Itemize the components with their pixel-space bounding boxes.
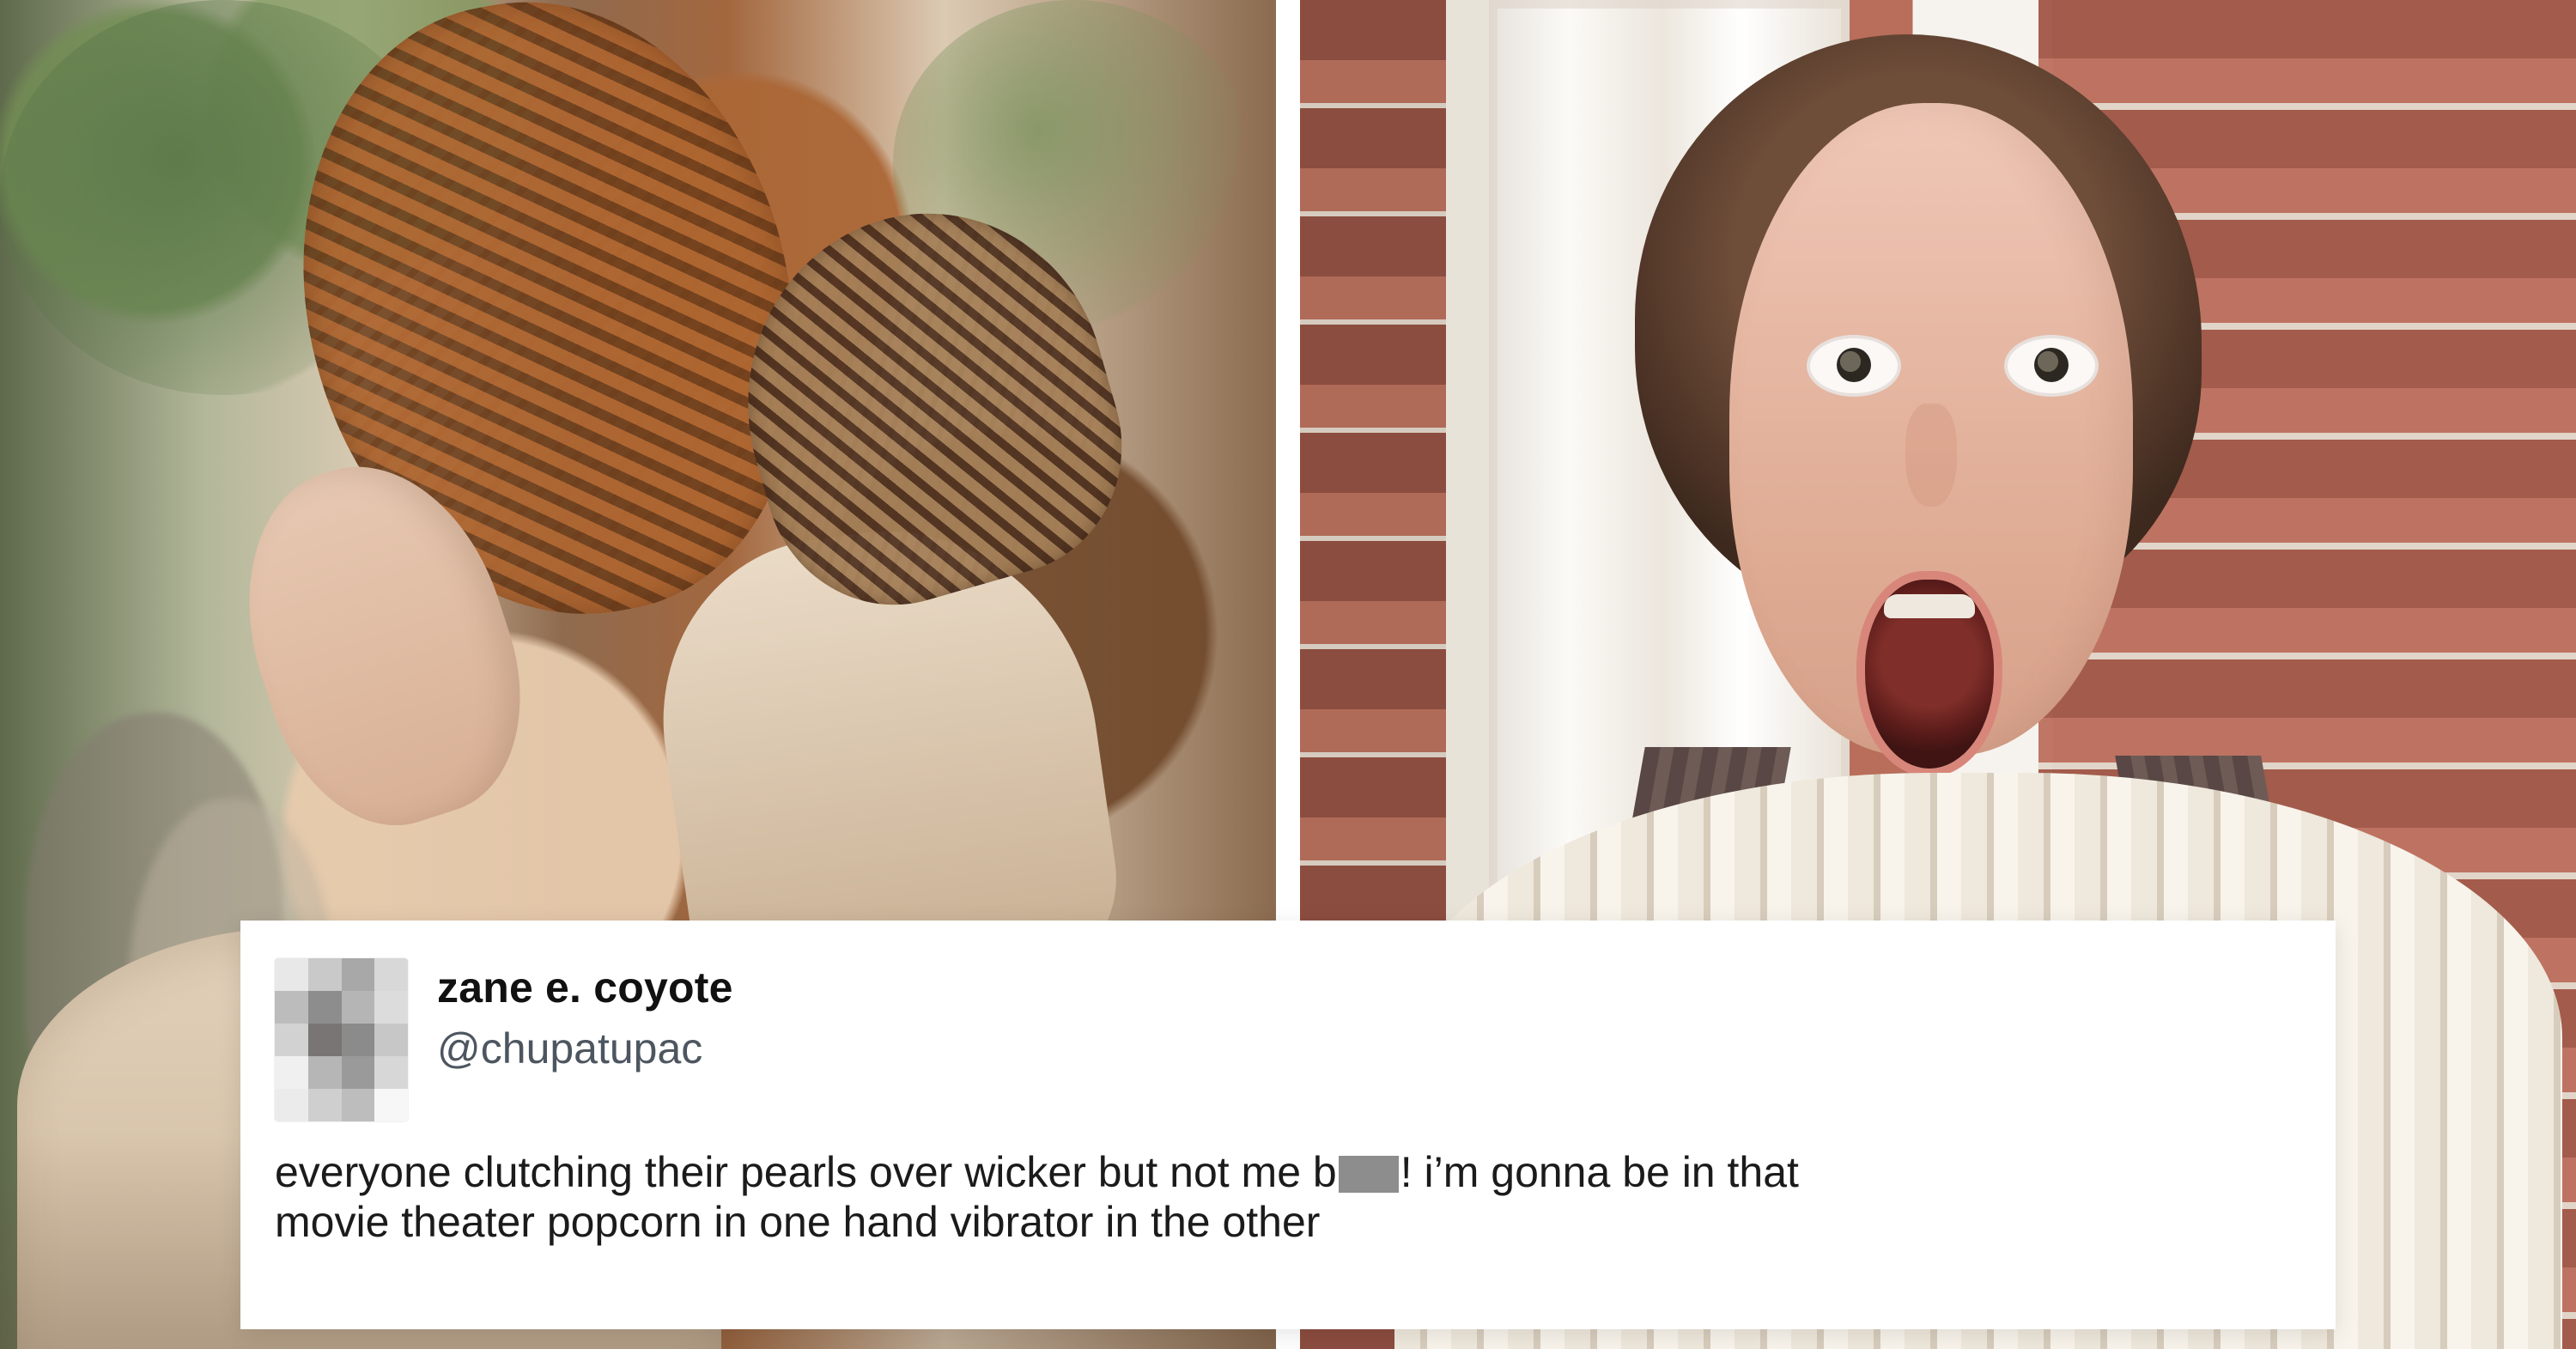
tweet-header: zane e. coyote @chupatupac bbox=[275, 958, 2301, 1121]
pixelated-avatar-icon bbox=[275, 958, 408, 1121]
tweet-card: zane e. coyote @chupatupac everyone clut… bbox=[240, 921, 2336, 1329]
user-handle: @chupatupac bbox=[437, 1024, 703, 1073]
teeth bbox=[1884, 594, 1975, 618]
right-pupil bbox=[2034, 348, 2069, 382]
tweet-line-1: everyone clutching their pearls over wic… bbox=[275, 1147, 2267, 1197]
tweet-line-1-after-censor: ! i’m gonna be in that bbox=[1400, 1148, 1799, 1196]
left-pupil bbox=[1837, 348, 1871, 382]
tweet-line-2: movie theater popcorn in one hand vibrat… bbox=[275, 1198, 1321, 1246]
tweet-line-1-before-censor: everyone clutching their pearls over wic… bbox=[275, 1148, 1337, 1196]
display-name: zane e. coyote bbox=[437, 963, 733, 1012]
meme-canvas: zane e. coyote @chupatupac everyone clut… bbox=[0, 0, 2576, 1349]
nose bbox=[1905, 404, 1957, 507]
censor-block bbox=[1338, 1156, 1399, 1193]
tweet-text: everyone clutching their pearls over wic… bbox=[275, 1147, 2267, 1247]
tweet-identity: zane e. coyote @chupatupac bbox=[437, 958, 733, 1071]
